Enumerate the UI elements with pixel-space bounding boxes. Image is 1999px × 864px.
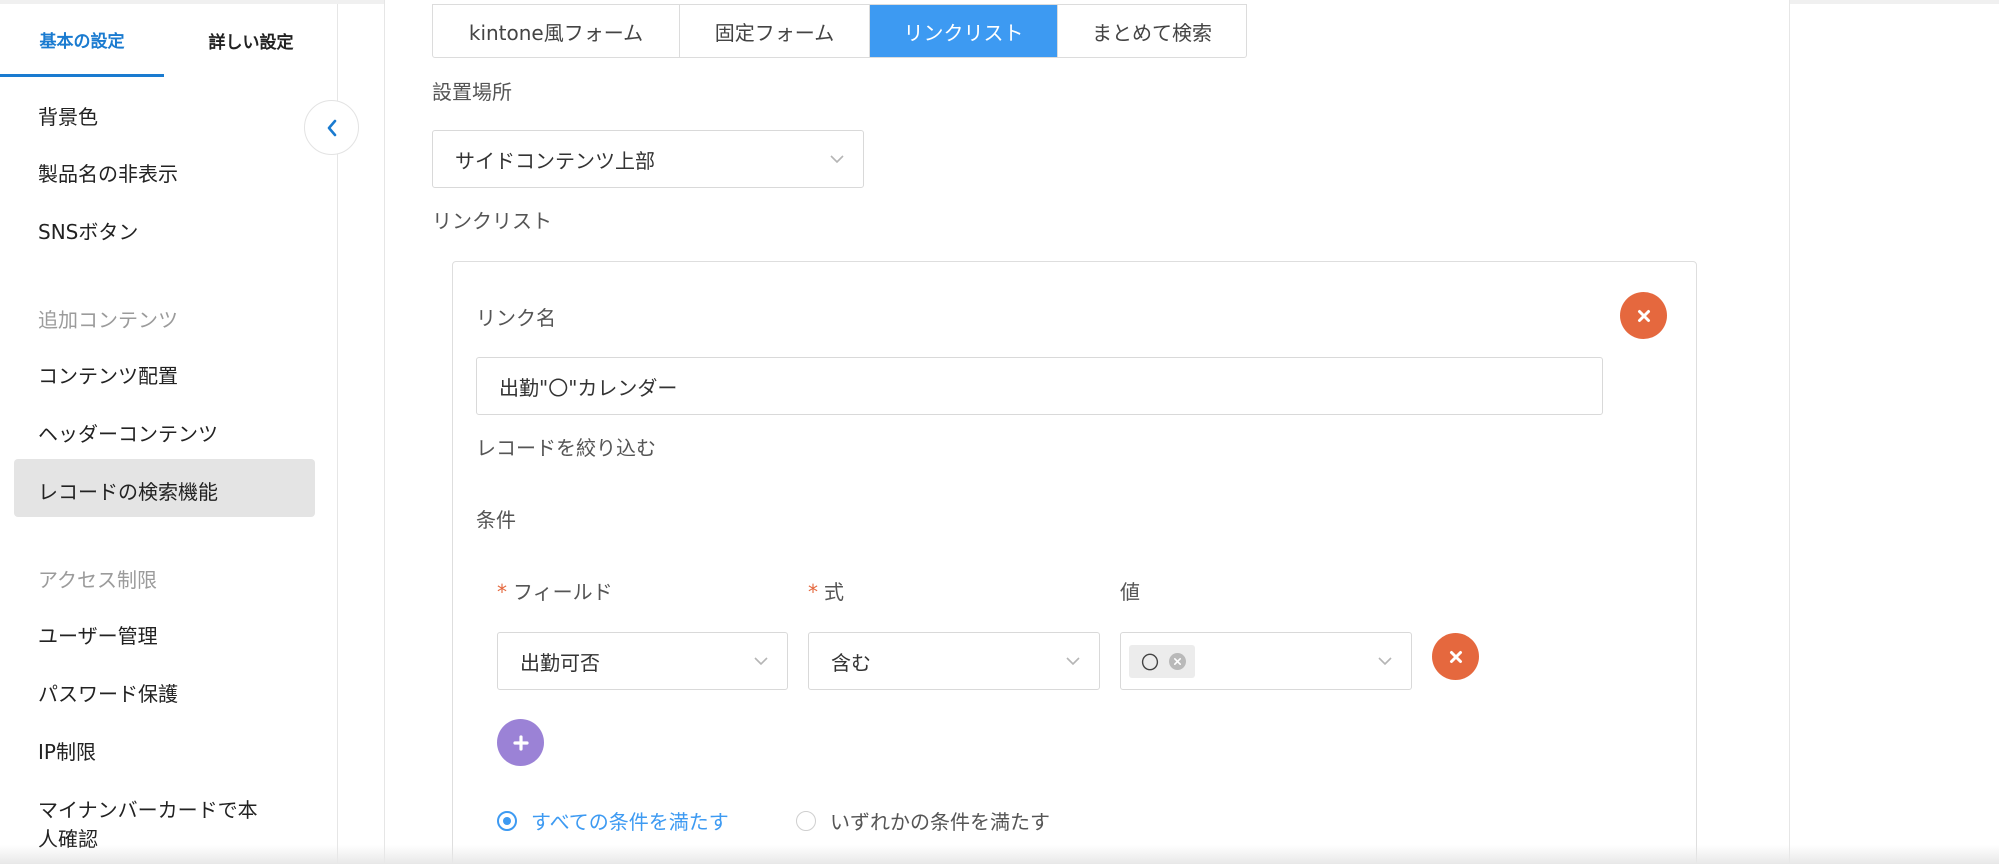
expression-select-value: 含む bbox=[831, 650, 871, 675]
remove-condition-button[interactable] bbox=[1432, 633, 1479, 680]
chevron-down-icon bbox=[754, 657, 768, 666]
radio-indicator-unchecked bbox=[796, 810, 816, 831]
field-header: * フィールド bbox=[497, 576, 613, 605]
add-condition-button[interactable] bbox=[497, 719, 544, 766]
value-tag: 〇 bbox=[1129, 645, 1195, 678]
sidebar-item-hide-product-name[interactable]: 製品名の非表示 bbox=[38, 158, 178, 187]
radio-any-label: いずれかの条件を満たす bbox=[830, 810, 1050, 834]
sidebar-item-password-protection[interactable]: パスワード保護 bbox=[38, 678, 178, 707]
link-name-input[interactable] bbox=[476, 357, 1603, 415]
value-header: 値 bbox=[1120, 580, 1140, 604]
plus-icon bbox=[512, 734, 529, 751]
bottom-shadow bbox=[0, 845, 1999, 864]
form-type-tabs: kintone風フォーム 固定フォーム リンクリスト まとめて検索 bbox=[432, 4, 1247, 58]
value-tag-text: 〇 bbox=[1141, 652, 1159, 674]
sidebar-section-additional-content: 追加コンテンツ bbox=[38, 308, 178, 332]
sidebar-item-content-layout[interactable]: コンテンツ配置 bbox=[38, 360, 178, 389]
condition-label: 条件 bbox=[476, 508, 516, 532]
sidebar-item-user-management[interactable]: ユーザー管理 bbox=[38, 620, 158, 649]
link-name-label: リンク名 bbox=[476, 306, 556, 330]
link-list-card bbox=[452, 261, 1697, 864]
remove-link-button[interactable] bbox=[1620, 292, 1667, 339]
radio-any-condition[interactable]: いずれかの条件を満たす bbox=[796, 806, 1050, 835]
tab-detailed-settings[interactable]: 詳しい設定 bbox=[164, 4, 338, 77]
sidebar-section-access-restriction: アクセス制限 bbox=[38, 568, 157, 592]
sidebar-item-my-number-card-line1[interactable]: マイナンバーカードで本 bbox=[38, 794, 258, 823]
expression-header: * 式 bbox=[808, 576, 844, 605]
tab-bulk-search[interactable]: まとめて検索 bbox=[1058, 5, 1246, 57]
radio-indicator-checked bbox=[497, 810, 517, 831]
sidebar-item-background-color[interactable]: 背景色 bbox=[38, 101, 98, 130]
tab-kintone-form[interactable]: kintone風フォーム bbox=[433, 5, 680, 57]
tab-link-list[interactable]: リンクリスト bbox=[870, 5, 1058, 57]
chevron-down-icon bbox=[1066, 657, 1080, 666]
expression-header-text: 式 bbox=[824, 580, 844, 604]
chevron-left-icon bbox=[327, 119, 336, 136]
radio-all-label: すべての条件を満たす bbox=[531, 810, 729, 834]
field-header-text: フィールド bbox=[513, 580, 613, 604]
radio-all-conditions[interactable]: すべての条件を満たす bbox=[497, 806, 729, 835]
sidebar-tabs: 基本の設定 詳しい設定 bbox=[0, 4, 338, 77]
sidebar-item-sns-button[interactable]: SNSボタン bbox=[38, 216, 138, 245]
sidebar-collapse-button[interactable] bbox=[304, 100, 359, 155]
close-icon bbox=[1173, 657, 1182, 666]
chevron-down-icon bbox=[1378, 657, 1392, 666]
chevron-down-icon bbox=[830, 155, 844, 164]
tab-fixed-form[interactable]: 固定フォーム bbox=[680, 5, 870, 57]
sidebar-item-record-search[interactable]: レコードの検索機能 bbox=[38, 476, 218, 505]
required-mark: * bbox=[808, 580, 818, 604]
sidebar-item-ip-restriction[interactable]: IP制限 bbox=[38, 736, 96, 765]
field-select-value: 出勤可否 bbox=[520, 650, 600, 675]
link-list-label: リンクリスト bbox=[432, 209, 552, 233]
expression-select[interactable]: 含む bbox=[808, 632, 1100, 690]
placement-select[interactable]: サイドコンテンツ上部 bbox=[432, 130, 864, 188]
filter-records-label: レコードを絞り込む bbox=[476, 436, 656, 460]
placement-select-value: サイドコンテンツ上部 bbox=[455, 148, 655, 173]
tag-remove-button[interactable] bbox=[1169, 653, 1186, 670]
tab-basic-settings[interactable]: 基本の設定 bbox=[0, 4, 164, 77]
field-select[interactable]: 出勤可否 bbox=[497, 632, 788, 690]
close-icon bbox=[1449, 650, 1462, 663]
sidebar: 基本の設定 詳しい設定 背景色 製品名の非表示 SNSボタン 追加コンテンツ コ… bbox=[0, 4, 338, 864]
placement-label: 設置場所 bbox=[432, 80, 512, 104]
sidebar-item-header-content[interactable]: ヘッダーコンテンツ bbox=[38, 418, 218, 447]
required-mark: * bbox=[497, 580, 507, 604]
close-icon bbox=[1637, 309, 1650, 322]
